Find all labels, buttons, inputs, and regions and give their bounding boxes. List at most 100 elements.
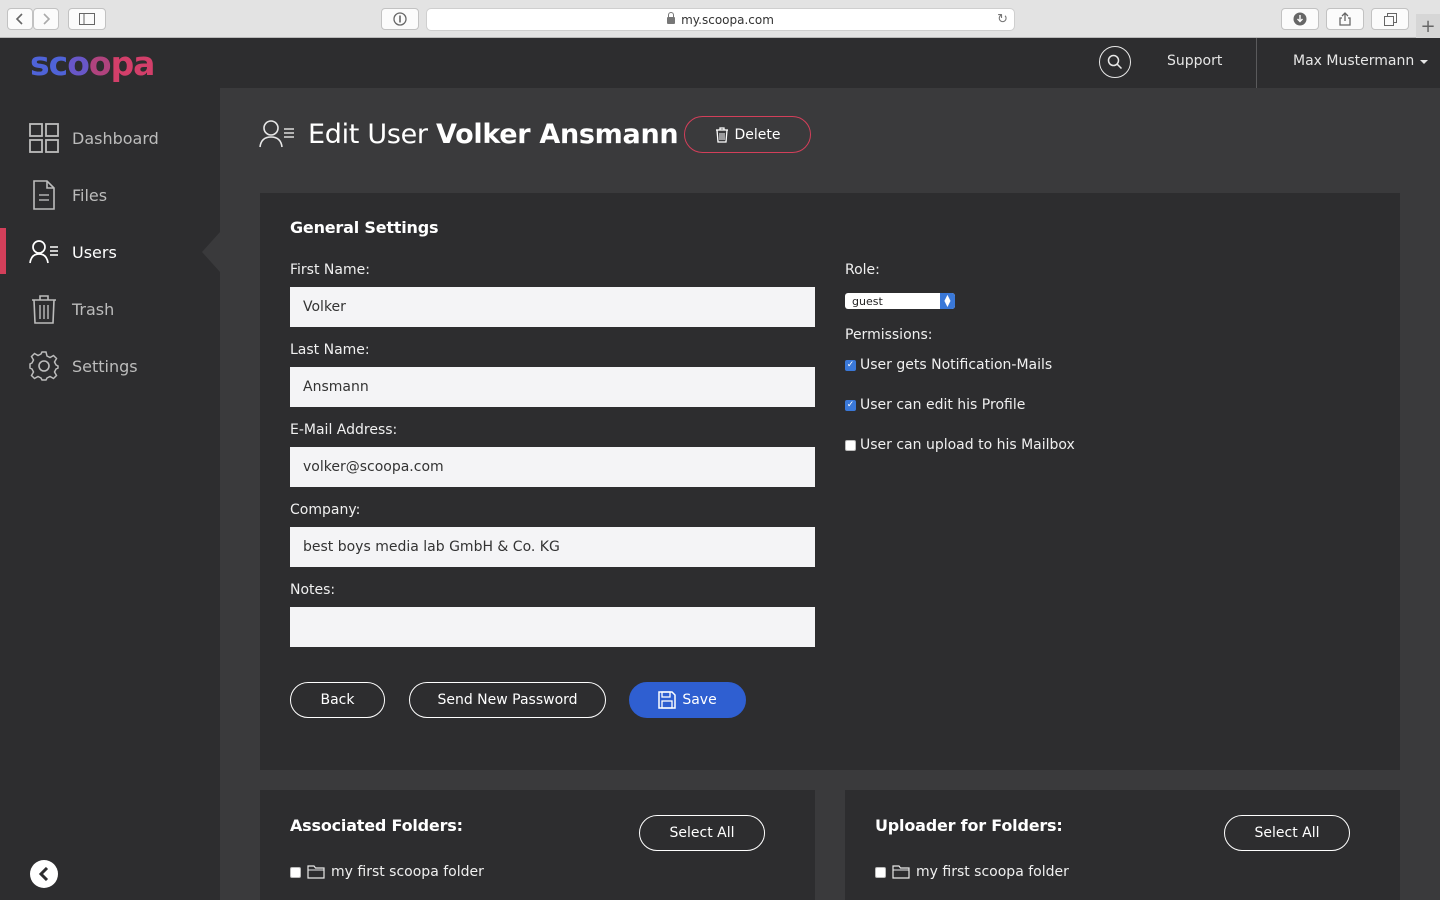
first-name-label: First Name: — [290, 262, 370, 278]
send-new-password-button[interactable]: Send New Password — [409, 682, 606, 718]
share-button[interactable] — [1326, 8, 1364, 30]
last-name-label: Last Name: — [290, 342, 370, 358]
app-header: scoopa Support Max Mustermann — [0, 38, 1440, 88]
sidebar-item-label: Trash — [72, 299, 115, 319]
checkbox-unchecked[interactable] — [290, 866, 301, 878]
permission-notification-mails[interactable]: ✓ User gets Notification-Mails — [845, 357, 1052, 373]
notes-label: Notes: — [290, 582, 336, 598]
save-label: Save — [682, 692, 717, 708]
caret-down-icon — [1420, 60, 1429, 64]
browser-toolbar: my.scoopa.com ↻ + — [0, 0, 1440, 38]
email-label: E-Mail Address: — [290, 422, 398, 438]
download-icon — [1293, 12, 1307, 26]
permission-label: User can upload to his Mailbox — [860, 437, 1075, 453]
uploader-folders-panel: Uploader for Folders: Select All my firs… — [845, 790, 1400, 900]
trash-icon — [28, 293, 60, 325]
support-link[interactable]: Support — [1167, 53, 1222, 69]
search-button[interactable] — [1099, 46, 1131, 78]
associated-folders-panel: Associated Folders: Select All my first … — [260, 790, 815, 900]
chevron-left-icon — [38, 867, 49, 881]
sidebar-toggle-button[interactable] — [68, 8, 106, 30]
forward-nav-button[interactable] — [33, 8, 59, 30]
select-arrows-icon: ▲ ▼ — [940, 293, 955, 309]
general-settings-title: General Settings — [290, 218, 439, 237]
tabs-icon — [1383, 12, 1397, 26]
page-header: Edit User Volker Ansmann — [258, 112, 679, 156]
new-tab-button[interactable]: + — [1416, 14, 1440, 38]
permission-label: User can edit his Profile — [860, 397, 1026, 413]
save-button[interactable]: Save — [629, 682, 746, 718]
page-title-prefix: Edit User — [308, 118, 428, 150]
company-label: Company: — [290, 502, 361, 518]
uploader-folder-item[interactable]: my first scoopa folder — [875, 864, 1069, 880]
page-title: Edit User Volker Ansmann — [308, 118, 679, 150]
permission-upload-mailbox[interactable]: User can upload to his Mailbox — [845, 437, 1075, 453]
user-name: Max Mustermann — [1293, 53, 1415, 69]
search-icon — [1107, 54, 1123, 70]
first-name-field[interactable]: Volker — [290, 287, 815, 327]
folder-icon — [307, 865, 325, 879]
folder-name: my first scoopa folder — [331, 864, 484, 880]
permission-label: User gets Notification-Mails — [860, 357, 1053, 373]
checkbox-unchecked[interactable] — [875, 866, 886, 878]
sidebar-item-trash[interactable]: Trash — [0, 282, 220, 336]
associated-folders-title: Associated Folders: — [290, 816, 463, 835]
notes-field[interactable] — [290, 607, 815, 647]
sidebar-item-files[interactable]: Files — [0, 168, 220, 222]
url-text: my.scoopa.com — [681, 12, 774, 27]
back-button[interactable]: Back — [290, 682, 385, 718]
sidebar-item-label: Dashboard — [72, 128, 159, 148]
delete-user-button[interactable]: Delete — [684, 116, 811, 153]
tabs-button[interactable] — [1371, 8, 1409, 30]
reload-icon[interactable]: ↻ — [997, 12, 1008, 27]
last-name-field[interactable]: Ansmann — [290, 367, 815, 407]
scoopa-logo[interactable]: scoopa — [30, 44, 155, 83]
header-divider — [1256, 38, 1257, 88]
permission-edit-profile[interactable]: ✓ User can edit his Profile — [845, 397, 1025, 413]
back-nav-button[interactable] — [7, 8, 33, 30]
floppy-disk-icon — [658, 691, 677, 709]
select-all-associated-button[interactable]: Select All — [639, 815, 765, 851]
checkbox-checked[interactable]: ✓ — [845, 359, 856, 371]
uploader-folders-title: Uploader for Folders: — [875, 816, 1063, 835]
delete-label: Delete — [734, 126, 781, 143]
folder-name: my first scoopa folder — [916, 864, 1069, 880]
chevron-left-icon — [15, 13, 23, 25]
chevron-right-icon — [43, 13, 51, 25]
share-icon — [1339, 12, 1351, 26]
address-bar[interactable]: my.scoopa.com ↻ — [426, 8, 1015, 31]
sidebar-item-users[interactable]: Users — [0, 225, 220, 279]
checkbox-unchecked[interactable] — [845, 439, 856, 451]
folder-icon — [892, 865, 910, 879]
trash-icon — [715, 126, 728, 143]
role-label: Role: — [845, 262, 880, 278]
downloads-button[interactable] — [1281, 8, 1319, 30]
dashboard-icon — [28, 122, 60, 154]
permissions-label: Permissions: — [845, 327, 933, 343]
role-value: guest — [852, 294, 883, 308]
select-all-uploader-button[interactable]: Select All — [1224, 815, 1350, 851]
page-title-name: Volker Ansmann — [436, 118, 679, 150]
checkbox-checked[interactable]: ✓ — [845, 399, 856, 411]
company-field[interactable]: best boys media lab GmbH & Co. KG — [290, 527, 815, 567]
sidebar-icon — [79, 13, 95, 25]
reader-button[interactable] — [381, 8, 419, 30]
user-menu[interactable]: Max Mustermann — [1293, 53, 1429, 69]
sidebar-item-label: Files — [72, 185, 108, 205]
info-icon — [393, 12, 407, 26]
role-select[interactable]: guest ▲ ▼ — [845, 293, 955, 309]
sidebar-item-label: Users — [72, 242, 117, 262]
file-icon — [28, 179, 60, 211]
gear-icon — [28, 350, 60, 382]
users-icon — [28, 236, 60, 268]
sidebar-item-label: Settings — [72, 356, 138, 376]
user-edit-icon — [259, 120, 294, 148]
lock-icon — [667, 12, 676, 24]
sidebar-item-settings[interactable]: Settings — [0, 339, 220, 393]
sidebar: Dashboard Files Users Trash Settings — [0, 88, 220, 900]
associated-folder-item[interactable]: my first scoopa folder — [290, 864, 484, 880]
general-settings-panel: General Settings First Name: Volker Last… — [260, 193, 1400, 770]
collapse-sidebar-button[interactable] — [30, 860, 58, 888]
sidebar-item-dashboard[interactable]: Dashboard — [0, 111, 220, 165]
email-field[interactable]: volker@scoopa.com — [290, 447, 815, 487]
